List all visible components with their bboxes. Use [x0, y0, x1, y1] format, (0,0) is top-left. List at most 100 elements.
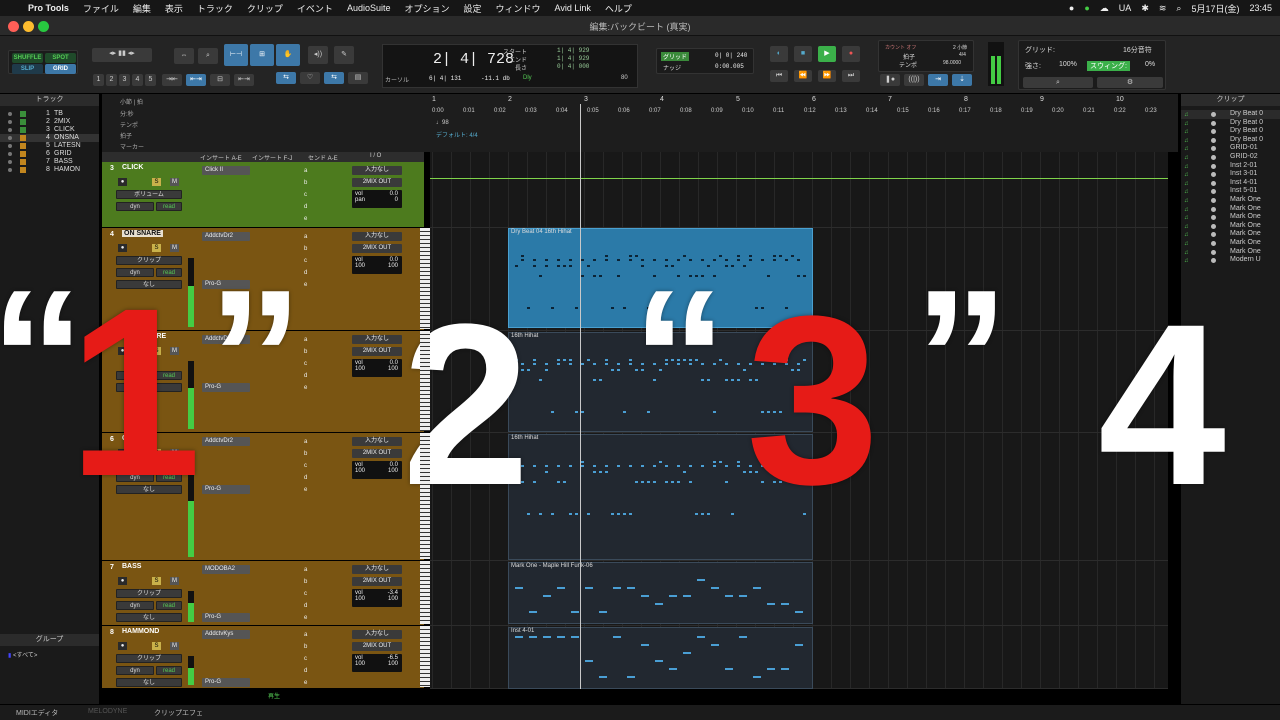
- tab-midi-editor[interactable]: MIDIエディタ: [16, 708, 58, 718]
- send-slot-a[interactable]: a: [304, 439, 307, 445]
- midi-note[interactable]: [641, 644, 649, 646]
- midi-note[interactable]: [725, 481, 728, 483]
- midi-note[interactable]: [605, 259, 608, 261]
- keyboard-focus-icon[interactable]: ⇆: [276, 72, 296, 84]
- main-counter[interactable]: 2| 4| 728: [433, 51, 514, 68]
- midi-note[interactable]: [695, 513, 698, 515]
- track-list-item[interactable]: 1 TB: [0, 110, 99, 118]
- track-icon[interactable]: ▤: [348, 72, 368, 84]
- midi-note[interactable]: [533, 481, 536, 483]
- shrink-icon[interactable]: ⇥⇤: [162, 74, 182, 86]
- midi-note[interactable]: [611, 307, 614, 309]
- midi-note[interactable]: [533, 265, 536, 267]
- magnify-tool-icon[interactable]: ⌕: [198, 48, 218, 64]
- strength-value[interactable]: 100%: [1059, 61, 1077, 68]
- io-input[interactable]: 入力なし: [352, 335, 402, 344]
- midi-note[interactable]: [587, 359, 590, 361]
- midi-note[interactable]: [545, 369, 548, 371]
- track-name[interactable]: ON SNARE: [122, 230, 163, 237]
- grid-value[interactable]: 0| 0| 240: [715, 52, 747, 59]
- wifi-icon[interactable]: ≋: [1159, 3, 1167, 14]
- midi-note[interactable]: [605, 465, 608, 467]
- dyn-label[interactable]: dyn: [116, 202, 154, 211]
- cloud-icon[interactable]: ☁: [1100, 3, 1109, 14]
- track-strip[interactable]: 8 HAMMOND S M ● クリップ dyn read なし AddctvKys Pro-G a b…: [102, 626, 424, 689]
- insertion-follows-icon[interactable]: ⇤⇥: [234, 74, 254, 86]
- dyn-label[interactable]: dyn: [116, 666, 154, 675]
- midi-clip[interactable]: Inst 4-01: [508, 627, 813, 689]
- midi-note[interactable]: [653, 465, 656, 467]
- rewind-icon[interactable]: ⏪: [794, 70, 812, 82]
- midi-note[interactable]: [515, 636, 523, 638]
- end-value[interactable]: 1| 4| 929: [557, 55, 589, 62]
- clip-list-item[interactable]: ♫ Modern U: [1181, 256, 1280, 265]
- midi-note[interactable]: [605, 359, 608, 361]
- clip-list-item[interactable]: ♫ Dry Beat 0: [1181, 110, 1280, 119]
- clip-list-item[interactable]: ♫ Dry Beat 0: [1181, 127, 1280, 136]
- midi-note[interactable]: [557, 636, 565, 638]
- midi-note[interactable]: [605, 363, 608, 365]
- wait-for-note-icon[interactable]: ❚●: [880, 74, 900, 86]
- track-view-selector[interactable]: クリップ: [116, 589, 182, 598]
- midi-note[interactable]: [731, 513, 734, 515]
- midi-note[interactable]: [697, 579, 705, 581]
- midi-note[interactable]: [593, 275, 596, 277]
- automation-mode[interactable]: read: [156, 601, 182, 610]
- send-slot-e[interactable]: e: [304, 487, 307, 493]
- midi-note[interactable]: [737, 465, 740, 467]
- clip-list-item[interactable]: ♫ Mark One: [1181, 248, 1280, 257]
- send-slot-d[interactable]: d: [304, 270, 307, 276]
- automation-mode[interactable]: read: [156, 666, 182, 675]
- midi-note[interactable]: [617, 369, 620, 371]
- midi-note[interactable]: [569, 465, 572, 467]
- midi-note[interactable]: [665, 465, 668, 467]
- io-input[interactable]: 入力なし: [352, 565, 402, 574]
- midi-note[interactable]: [593, 471, 596, 473]
- midi-note[interactable]: [593, 259, 596, 261]
- mute-button[interactable]: M: [170, 642, 179, 650]
- send-slot-e[interactable]: e: [304, 385, 307, 391]
- piano-roll-keys[interactable]: [420, 433, 430, 559]
- midi-note[interactable]: [677, 465, 680, 467]
- send-slot-a[interactable]: a: [304, 168, 307, 174]
- midi-note[interactable]: [739, 636, 747, 638]
- bars-beats-ruler-label[interactable]: 小節 | 拍: [120, 97, 143, 106]
- midi-note[interactable]: [575, 513, 578, 515]
- link-icon[interactable]: ⊟: [210, 74, 230, 86]
- volume-pan-box[interactable]: vol 0.0 100 100: [352, 461, 402, 479]
- midi-note[interactable]: [563, 481, 566, 483]
- play-icon[interactable]: ▶: [818, 46, 836, 62]
- send-slot-e[interactable]: e: [304, 216, 307, 222]
- midi-note[interactable]: [737, 259, 740, 261]
- midi-note[interactable]: [587, 265, 590, 267]
- midi-note[interactable]: [737, 255, 740, 257]
- swing-label[interactable]: スウィング:: [1087, 61, 1130, 71]
- mute-button[interactable]: M: [170, 178, 179, 186]
- menu-avid-link[interactable]: Avid Link: [555, 3, 591, 13]
- clips-header[interactable]: クリップ: [1181, 94, 1280, 106]
- zoom-preset-5[interactable]: 5: [145, 74, 156, 86]
- midi-note[interactable]: [653, 481, 656, 483]
- midi-note[interactable]: [713, 465, 716, 467]
- send-slot-e[interactable]: e: [304, 282, 307, 288]
- solo-button[interactable]: S: [152, 577, 161, 585]
- insert-slot-a[interactable]: AddctvDr2: [202, 232, 250, 241]
- send-slot-d[interactable]: d: [304, 204, 307, 210]
- send-slot-a[interactable]: a: [304, 234, 307, 240]
- midi-note[interactable]: [617, 363, 620, 365]
- midi-note[interactable]: [683, 652, 691, 654]
- metronome-icon[interactable]: ((|)): [904, 74, 924, 86]
- tab-to-transient-icon[interactable]: ⇤⇥: [186, 74, 206, 86]
- midi-note[interactable]: [731, 265, 734, 267]
- menu-edit[interactable]: 編集: [133, 2, 151, 15]
- send-slot-b[interactable]: b: [304, 451, 307, 457]
- countoff-label[interactable]: カウント オフ: [885, 44, 916, 51]
- dyn-label[interactable]: dyn: [116, 601, 154, 610]
- midi-note[interactable]: [655, 603, 663, 605]
- midi-note[interactable]: [605, 471, 608, 473]
- track-list-item[interactable]: 8 HAMON: [0, 166, 99, 174]
- timebase-selector[interactable]: なし: [116, 613, 182, 622]
- track-name[interactable]: BASS: [122, 563, 141, 570]
- solo-button[interactable]: S: [152, 244, 161, 252]
- midi-note[interactable]: [701, 513, 704, 515]
